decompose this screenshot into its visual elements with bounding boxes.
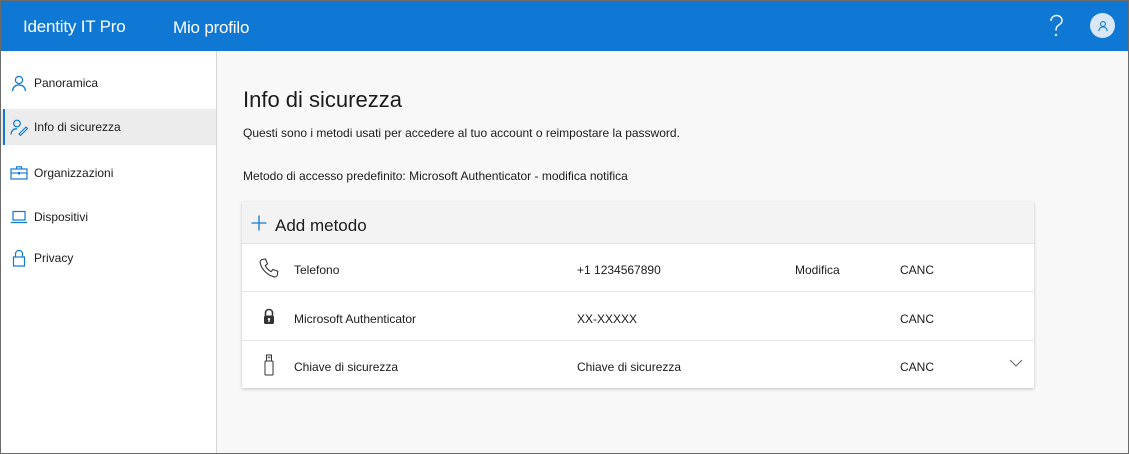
sidebar-item-label: Dispositivi (34, 210, 89, 224)
page-description: Questi sono i metodi usati per accedere … (243, 126, 680, 140)
sidebar-item-dispositivi[interactable]: Dispositivi (1, 199, 216, 235)
briefcase-icon (10, 164, 28, 182)
delete-method-button[interactable]: CANC (900, 312, 934, 326)
method-name: Telefono (294, 263, 340, 277)
sidebar-item-label: Organizzazioni (34, 166, 114, 180)
method-name: Chiave di sicurezza (294, 360, 399, 374)
authenticator-lock-icon (258, 306, 280, 328)
method-row-telefono: Telefono +1 1234567890 Modifica CANC (242, 244, 1034, 292)
sidebar-item-panoramica[interactable]: Panoramica (1, 65, 216, 101)
sidebar-item-privacy[interactable]: Privacy (1, 240, 216, 276)
method-name: Microsoft Authenticator (294, 312, 417, 326)
app-window: Identity IT Pro Mio profilo Panoramica I… (0, 0, 1129, 454)
plus-icon (251, 215, 267, 231)
add-method-button[interactable]: Add metodo (242, 202, 1034, 244)
top-bar: Identity IT Pro Mio profilo (1, 1, 1128, 51)
brand-name[interactable]: Identity IT Pro (23, 17, 126, 37)
main-content: Info di sicurezza Questi sono i metodi u… (218, 51, 1128, 453)
delete-method-button[interactable]: CANC (900, 263, 934, 277)
sidebar-item-info-sicurezza[interactable]: Info di sicurezza (1, 109, 216, 145)
phone-icon (258, 257, 280, 279)
sidebar: Panoramica Info di sicurezza Organizzazi… (1, 51, 217, 453)
question-mark-icon[interactable] (1045, 13, 1067, 39)
person-key-icon (10, 118, 29, 137)
laptop-icon (10, 208, 28, 226)
sidebar-item-organizzazioni[interactable]: Organizzazioni (1, 155, 216, 191)
avatar[interactable] (1090, 13, 1115, 38)
method-row-authenticator: Microsoft Authenticator XX-XXXXX CANC (242, 293, 1034, 341)
delete-method-button[interactable]: CANC (900, 360, 934, 374)
chevron-down-icon[interactable] (1009, 357, 1023, 367)
sidebar-item-label: Privacy (34, 251, 74, 265)
person-icon (1097, 20, 1108, 31)
person-icon (10, 74, 28, 92)
add-method-label: Add metodo (275, 216, 367, 235)
sidebar-item-label: Info di sicurezza (34, 120, 121, 134)
lock-icon (10, 249, 28, 267)
default-sign-in-method[interactable]: Metodo di accesso predefinito: Microsoft… (243, 169, 628, 183)
page-title: Info di sicurezza (243, 87, 402, 112)
my-profile-link[interactable]: Mio profilo (173, 18, 249, 38)
edit-method-button[interactable]: Modifica (795, 263, 840, 277)
sidebar-item-label: Panoramica (34, 76, 99, 90)
usb-key-icon (258, 354, 280, 376)
method-value: XX-XXXXX (577, 312, 638, 326)
method-row-security-key: Chiave di sicurezza Chiave di sicurezza … (242, 341, 1034, 389)
method-value: Chiave di sicurezza (577, 360, 682, 374)
methods-card: Add metodo Telefono +1 1234567890 Modifi… (242, 202, 1034, 388)
method-value: +1 1234567890 (577, 263, 661, 277)
